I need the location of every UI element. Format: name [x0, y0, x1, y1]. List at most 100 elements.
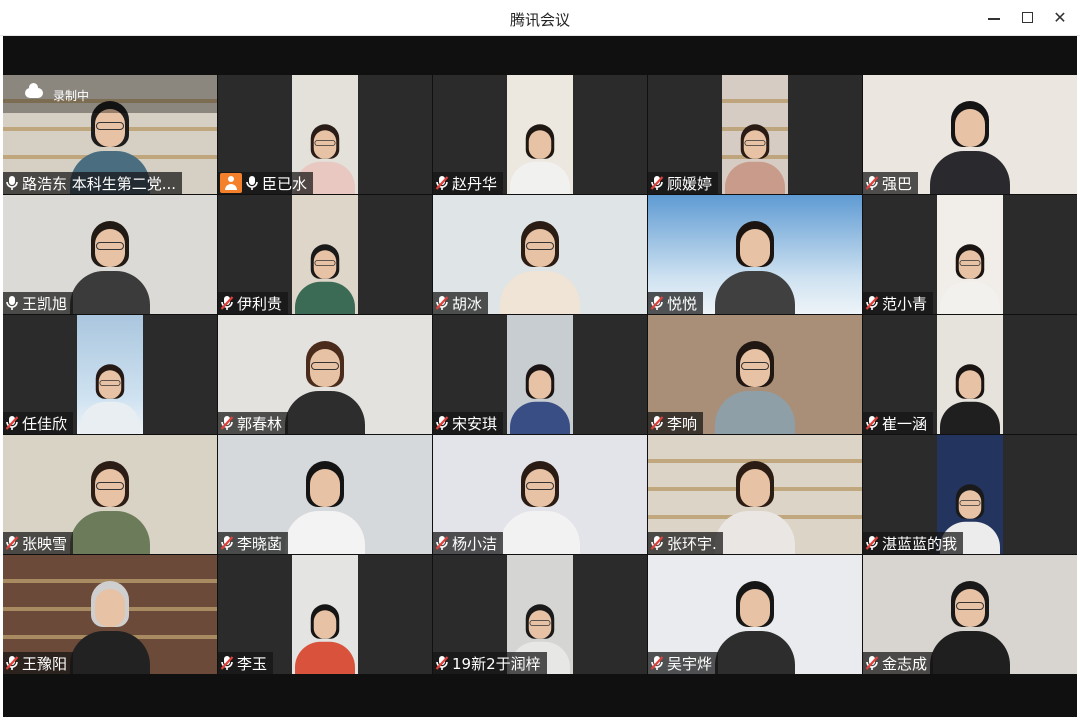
participant-name: 李晓菡	[237, 534, 283, 553]
participant-name-bar: 金志成	[863, 652, 934, 674]
participant-tile[interactable]: 张环宇.	[648, 435, 862, 554]
microphone-muted-icon	[650, 535, 664, 551]
participant-video	[722, 75, 788, 194]
participant-name: 李玉	[237, 654, 268, 673]
participant-tile[interactable]: 湛蓝蓝的我	[863, 435, 1077, 554]
participant-tile[interactable]: 杨小洁	[433, 435, 647, 554]
microphone-icon	[5, 175, 19, 191]
participant-tile[interactable]: 张映雪	[3, 435, 217, 554]
participant-figure	[65, 569, 155, 674]
participant-tile[interactable]: 19新2于润梓	[433, 555, 647, 674]
participant-figure	[710, 209, 800, 314]
participant-name: 范小青	[882, 294, 928, 313]
participant-name-bar: 宋安琪	[433, 412, 504, 434]
participant-name: 吴宇烨	[667, 654, 713, 673]
participant-tile[interactable]: 李晓菡	[218, 435, 432, 554]
microphone-muted-icon	[5, 655, 19, 671]
close-button[interactable]: ✕	[1047, 6, 1073, 30]
participant-name: 张环宇.	[667, 534, 717, 553]
host-icon	[220, 173, 242, 193]
participant-figure	[925, 89, 1015, 194]
microphone-muted-icon	[650, 175, 664, 191]
participant-tile[interactable]: 李玉	[218, 555, 432, 674]
microphone-muted-icon	[220, 415, 234, 431]
participant-video	[292, 195, 358, 314]
microphone-muted-icon	[220, 535, 234, 551]
bookshelf	[722, 99, 788, 103]
participant-figure	[292, 595, 358, 674]
participant-name: 赵丹华	[452, 174, 498, 193]
participant-video	[77, 315, 143, 434]
participant-name-bar: 张映雪	[3, 532, 74, 554]
participant-name-bar: 王豫阳	[3, 652, 74, 674]
participant-name: 崔一涵	[882, 414, 928, 433]
microphone-muted-icon	[650, 295, 664, 311]
microphone-muted-icon	[865, 655, 879, 671]
participant-name-bar: 郭春林	[218, 412, 289, 434]
participant-tile[interactable]: 王豫阳	[3, 555, 217, 674]
participant-tile[interactable]: 臣已水	[218, 75, 432, 194]
participant-name-bar: 湛蓝蓝的我	[863, 532, 964, 554]
cloud-record-icon	[25, 83, 43, 98]
participant-figure	[292, 235, 358, 314]
microphone-muted-icon	[5, 535, 19, 551]
participant-figure	[710, 329, 800, 434]
participant-tile[interactable]: 李响	[648, 315, 862, 434]
participant-name: 路浩东 本科生第二党...	[22, 174, 177, 193]
participant-video	[292, 555, 358, 674]
participant-name: 顾媛婷	[667, 174, 713, 193]
participant-figure	[65, 209, 155, 314]
microphone-muted-icon	[435, 535, 449, 551]
participant-tile[interactable]: 吴宇烨	[648, 555, 862, 674]
participant-figure	[507, 115, 573, 194]
microphone-muted-icon	[5, 415, 19, 431]
participant-name-bar: 王凯旭	[3, 292, 74, 314]
participant-figure	[710, 569, 800, 674]
microphone-muted-icon	[865, 295, 879, 311]
participant-name-bar: 强巴	[863, 172, 919, 194]
participant-name-bar: 顾媛婷	[648, 172, 719, 194]
participant-figure	[65, 449, 155, 554]
maximize-button[interactable]	[1014, 6, 1040, 30]
participant-tile[interactable]: 王凯旭	[3, 195, 217, 314]
participant-tile[interactable]: 赵丹华	[433, 75, 647, 194]
participant-tile[interactable]: 伊利贵	[218, 195, 432, 314]
participant-tile[interactable]: 录制中 路浩东 本科生第二党...	[3, 75, 217, 194]
participant-name-bar: 李晓菡	[218, 532, 289, 554]
participant-video	[507, 75, 573, 194]
microphone-muted-icon	[435, 655, 449, 671]
participant-name-bar: 范小青	[863, 292, 934, 314]
minimize-button[interactable]	[981, 6, 1007, 30]
participant-name: 张映雪	[22, 534, 68, 553]
participant-tile[interactable]: 顾媛婷	[648, 75, 862, 194]
participant-name: 19新2于润梓	[452, 654, 541, 673]
microphone-muted-icon	[435, 295, 449, 311]
microphone-icon	[245, 175, 259, 191]
microphone-muted-icon	[220, 295, 234, 311]
participant-name-bar: 杨小洁	[433, 532, 504, 554]
participant-name-bar: 臣已水	[218, 172, 314, 194]
participant-tile[interactable]: 崔一涵	[863, 315, 1077, 434]
participant-name-bar: 伊利贵	[218, 292, 289, 314]
participant-name-bar: 李玉	[218, 652, 274, 674]
participant-tile[interactable]: 悦悦	[648, 195, 862, 314]
microphone-icon	[5, 295, 19, 311]
participant-tile[interactable]: 胡冰	[433, 195, 647, 314]
participant-tile[interactable]: 郭春林	[218, 315, 432, 434]
participant-name: 任佳欣	[22, 414, 68, 433]
microphone-muted-icon	[650, 655, 664, 671]
participant-tile[interactable]: 金志成	[863, 555, 1077, 674]
participant-tile[interactable]: 宋安琪	[433, 315, 647, 434]
participant-name-bar: 胡冰	[433, 292, 489, 314]
participant-name: 悦悦	[667, 294, 698, 313]
meeting-stage: 录制中 路浩东 本科生第二党... 臣已水 赵丹华 顾媛婷 强巴王凯旭 伊利贵 胡冰 悦悦 范小青…	[3, 36, 1077, 717]
participant-tile[interactable]: 任佳欣	[3, 315, 217, 434]
participant-name: 杨小洁	[452, 534, 498, 553]
participant-name: 王豫阳	[22, 654, 68, 673]
participant-tile[interactable]: 强巴	[863, 75, 1077, 194]
participant-name: 郭春林	[237, 414, 283, 433]
participant-name-bar: 崔一涵	[863, 412, 934, 434]
participant-tile[interactable]: 范小青	[863, 195, 1077, 314]
microphone-muted-icon	[650, 415, 664, 431]
window-title: 腾讯会议	[509, 11, 570, 29]
